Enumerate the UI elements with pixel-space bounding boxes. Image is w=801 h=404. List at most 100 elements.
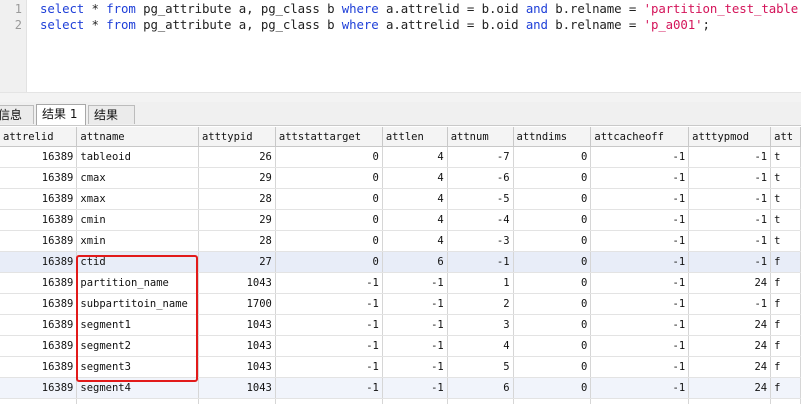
table-row[interactable]: 16389 xmax 28 0 4 -5 0 -1 -1 t [0,188,801,210]
column-header-atttypid[interactable]: atttypid [198,127,276,147]
cell-attrelid[interactable]: 16389 [0,251,78,273]
cell-atttypmod[interactable]: 24 [688,377,772,399]
cell-atttypid[interactable]: 1043 [198,377,276,399]
sql-editor[interactable]: 1 2 select * from pg_attribute a, pg_cla… [0,0,801,92]
cell-atttypmod[interactable]: -1 [688,188,772,210]
cell-attcacheoff[interactable]: -1 [590,251,690,273]
cell-attstattarget[interactable]: 0 [275,230,383,252]
cell-att[interactable]: f [770,356,801,378]
cell-attrelid[interactable]: 16389 [0,146,78,168]
cell-atttypmod[interactable]: -1 [688,251,772,273]
cell-attcacheoff[interactable]: -1 [590,293,690,315]
cell-attrelid[interactable]: 16389 [0,209,78,231]
cell-attstattarget[interactable]: 0 [275,209,383,231]
cell-attnum[interactable]: 5 [447,356,514,378]
cell-attrelid[interactable]: 16389 [0,230,78,252]
cell-attndims[interactable]: 0 [513,146,592,168]
cell-attnum[interactable]: -7 [447,146,514,168]
cell-atttypid[interactable]: 29 [198,209,276,231]
cell-attlen[interactable]: -1 [382,377,448,399]
table-row[interactable]: 16389 cmax 29 0 4 -6 0 -1 -1 t [0,167,801,189]
cell-attname[interactable]: segment4 [76,377,199,399]
cell-attnum[interactable]: -4 [447,209,514,231]
cell-att[interactable]: f [770,251,801,273]
cell-attstattarget[interactable]: -1 [275,398,383,404]
table-row[interactable]: 16389 segment1 1043 -1 -1 3 0 -1 24 f [0,314,801,336]
cell-attname[interactable]: subpartitoin_name [76,293,199,315]
cell-atttypid[interactable]: 28 [198,188,276,210]
cell-attcacheoff[interactable]: -1 [590,314,690,336]
cell-att[interactable]: t [770,209,801,231]
cell-attrelid[interactable]: 16389 [0,314,78,336]
cell-atttypid[interactable]: 1043 [198,356,276,378]
cell-attlen[interactable]: -1 [382,335,448,357]
cell-attlen[interactable]: 6 [382,251,448,273]
cell-attnum[interactable]: 1 [447,272,514,294]
column-header-atttypmod[interactable]: atttypmod [688,127,772,147]
cell-attstattarget[interactable]: 0 [275,251,383,273]
cell-att[interactable]: f [770,314,801,336]
cell-attcacheoff[interactable]: -1 [590,146,690,168]
cell-attndims[interactable]: 0 [513,188,592,210]
table-row[interactable]: 16389segment51043-1-170-124f [0,398,801,404]
cell-attcacheoff[interactable]: -1 [590,188,690,210]
cell-atttypmod[interactable]: -1 [688,230,772,252]
cell-atttypmod[interactable]: 24 [688,272,772,294]
cell-attname[interactable]: ctid [76,251,199,273]
cell-attlen[interactable]: -1 [382,293,448,315]
cell-attlen[interactable]: 4 [382,209,448,231]
cell-attndims[interactable]: 0 [513,335,592,357]
cell-attndims[interactable]: 0 [513,209,592,231]
cell-attstattarget[interactable]: -1 [275,335,383,357]
cell-attnum[interactable]: 4 [447,335,514,357]
cell-attndims[interactable]: 0 [513,356,592,378]
cell-attnum[interactable]: -5 [447,188,514,210]
table-row[interactable]: 16389 partition_name 1043 -1 -1 1 0 -1 24 f [0,272,801,294]
cell-attrelid[interactable]: 16389 [0,272,78,294]
cell-att[interactable]: t [770,230,801,252]
column-header-attnum[interactable]: attnum [447,127,514,147]
cell-attlen[interactable]: 4 [382,146,448,168]
cell-attndims[interactable]: 0 [513,230,592,252]
cell-attcacheoff[interactable]: -1 [590,209,690,231]
cell-atttypid[interactable]: 1043 [198,314,276,336]
cell-atttypmod[interactable]: 24 [688,314,772,336]
cell-attndims[interactable]: 0 [513,398,592,404]
cell-att[interactable]: f [770,272,801,294]
cell-att[interactable]: t [770,167,801,189]
table-row[interactable]: 16389 segment3 1043 -1 -1 5 0 -1 24 f [0,356,801,378]
cell-attndims[interactable]: 0 [513,167,592,189]
cell-attrelid[interactable]: 16389 [0,335,78,357]
cell-atttypid[interactable]: 1043 [198,398,276,404]
column-header-attcacheoff[interactable]: attcacheoff [590,127,690,147]
cell-att[interactable]: f [770,377,801,399]
table-row[interactable]: 16389 ctid 27 0 6 -1 0 -1 -1 f [0,251,801,273]
result-grid[interactable]: attrelid attname atttypid attstattarget attl… [0,127,801,404]
cell-atttypmod[interactable]: -1 [688,293,772,315]
tab-info[interactable]: 信息 [0,105,34,124]
cell-atttypid[interactable]: 28 [198,230,276,252]
cell-attstattarget[interactable]: -1 [275,377,383,399]
cell-atttypid[interactable]: 1043 [198,335,276,357]
cell-atttypid[interactable]: 26 [198,146,276,168]
cell-att[interactable]: t [770,146,801,168]
cell-attnum[interactable]: 7 [447,398,514,404]
cell-attrelid[interactable]: 16389 [0,377,78,399]
cell-attstattarget[interactable]: -1 [275,314,383,336]
column-header-attrelid[interactable]: attrelid [0,127,78,147]
cell-attnum[interactable]: 2 [447,293,514,315]
cell-attndims[interactable]: 0 [513,314,592,336]
cell-attname[interactable]: tableoid [76,146,199,168]
cell-atttypmod[interactable]: 24 [688,398,772,404]
cell-attlen[interactable]: 4 [382,188,448,210]
cell-atttypid[interactable]: 1043 [198,272,276,294]
table-row[interactable]: 16389 xmin 28 0 4 -3 0 -1 -1 t [0,230,801,252]
cell-attlen[interactable]: -1 [382,314,448,336]
cell-attlen[interactable]: -1 [382,356,448,378]
table-row[interactable]: 16389 segment2 1043 -1 -1 4 0 -1 24 f [0,335,801,357]
cell-atttypmod[interactable]: 24 [688,356,772,378]
cell-attname[interactable]: cmin [76,209,199,231]
cell-attstattarget[interactable]: -1 [275,293,383,315]
column-header-attstattarget[interactable]: attstattarget [275,127,383,147]
column-header-att[interactable]: att [770,127,801,147]
